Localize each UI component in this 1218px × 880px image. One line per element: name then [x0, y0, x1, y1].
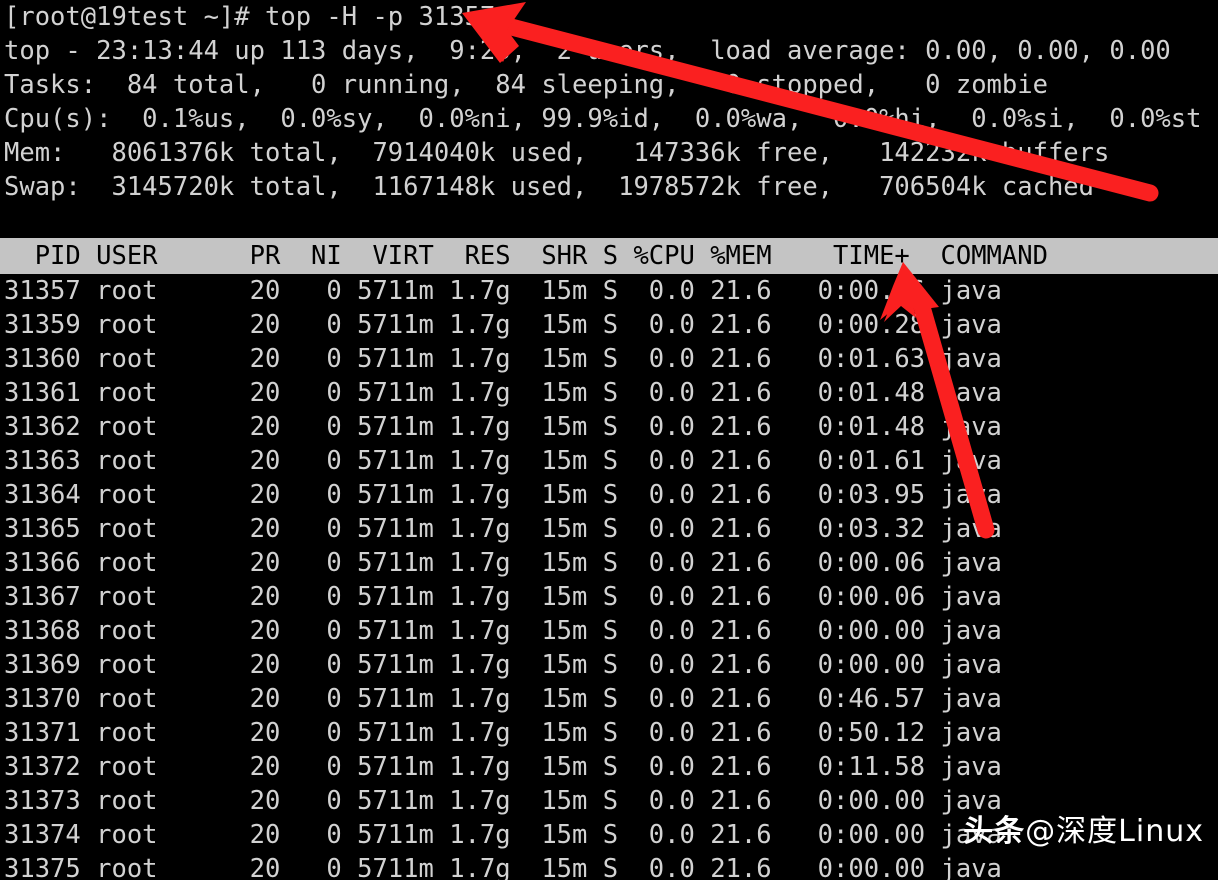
process-row: 31365 root 20 0 5711m 1.7g 15m S 0.0 21.…: [4, 514, 1002, 544]
process-row: 31368 root 20 0 5711m 1.7g 15m S 0.0 21.…: [4, 616, 1002, 646]
process-row: 31362 root 20 0 5711m 1.7g 15m S 0.0 21.…: [4, 412, 1002, 442]
process-row: 31361 root 20 0 5711m 1.7g 15m S 0.0 21.…: [4, 378, 1002, 408]
shell-prompt-line: [root@19test ~]# top -H -p 31357: [4, 2, 496, 32]
watermark-prefix: 头条: [963, 814, 1026, 849]
process-row: 31371 root 20 0 5711m 1.7g 15m S 0.0 21.…: [4, 718, 1002, 748]
top-summary-uptime-line: top - 23:13:44 up 113 days, 9:23, 2 user…: [4, 36, 1171, 66]
process-row: 31364 root 20 0 5711m 1.7g 15m S 0.0 21.…: [4, 480, 1002, 510]
top-summary-swap-line: Swap: 3145720k total, 1167148k used, 197…: [4, 172, 1095, 202]
top-summary-cpu-line: Cpu(s): 0.1%us, 0.0%sy, 0.0%ni, 99.9%id,…: [4, 104, 1202, 134]
top-summary-tasks-line: Tasks: 84 total, 0 running, 84 sleeping,…: [4, 70, 1048, 100]
process-row: 31367 root 20 0 5711m 1.7g 15m S 0.0 21.…: [4, 582, 1002, 612]
process-row: 31363 root 20 0 5711m 1.7g 15m S 0.0 21.…: [4, 446, 1002, 476]
top-summary-mem-line: Mem: 8061376k total, 7914040k used, 1473…: [4, 138, 1110, 168]
process-row: 31369 root 20 0 5711m 1.7g 15m S 0.0 21.…: [4, 650, 1002, 680]
blank-separator-line: [0, 204, 1218, 238]
process-row: 31357 root 20 0 5711m 1.7g 15m S 0.0 21.…: [4, 276, 1002, 306]
process-row: 31370 root 20 0 5711m 1.7g 15m S 0.0 21.…: [4, 684, 1002, 714]
terminal-output[interactable]: [root@19test ~]# top -H -p 31357 top - 2…: [0, 0, 1218, 880]
process-row: 31375 root 20 0 5711m 1.7g 15m S 0.0 21.…: [4, 854, 1002, 880]
process-table-column-header: PID USER PR NI VIRT RES SHR S %CPU %MEM …: [0, 238, 1218, 274]
watermark-handle: @深度Linux: [1025, 814, 1204, 849]
watermark: 头条@深度Linux: [963, 806, 1204, 850]
process-row: 31366 root 20 0 5711m 1.7g 15m S 0.0 21.…: [4, 548, 1002, 578]
terminal-screenshot: [root@19test ~]# top -H -p 31357 top - 2…: [0, 0, 1218, 880]
process-row: 31372 root 20 0 5711m 1.7g 15m S 0.0 21.…: [4, 752, 1002, 782]
process-table-body: 31357 root 20 0 5711m 1.7g 15m S 0.0 21.…: [0, 274, 1218, 880]
process-row: 31360 root 20 0 5711m 1.7g 15m S 0.0 21.…: [4, 344, 1002, 374]
process-row: 31359 root 20 0 5711m 1.7g 15m S 0.0 21.…: [4, 310, 1002, 340]
